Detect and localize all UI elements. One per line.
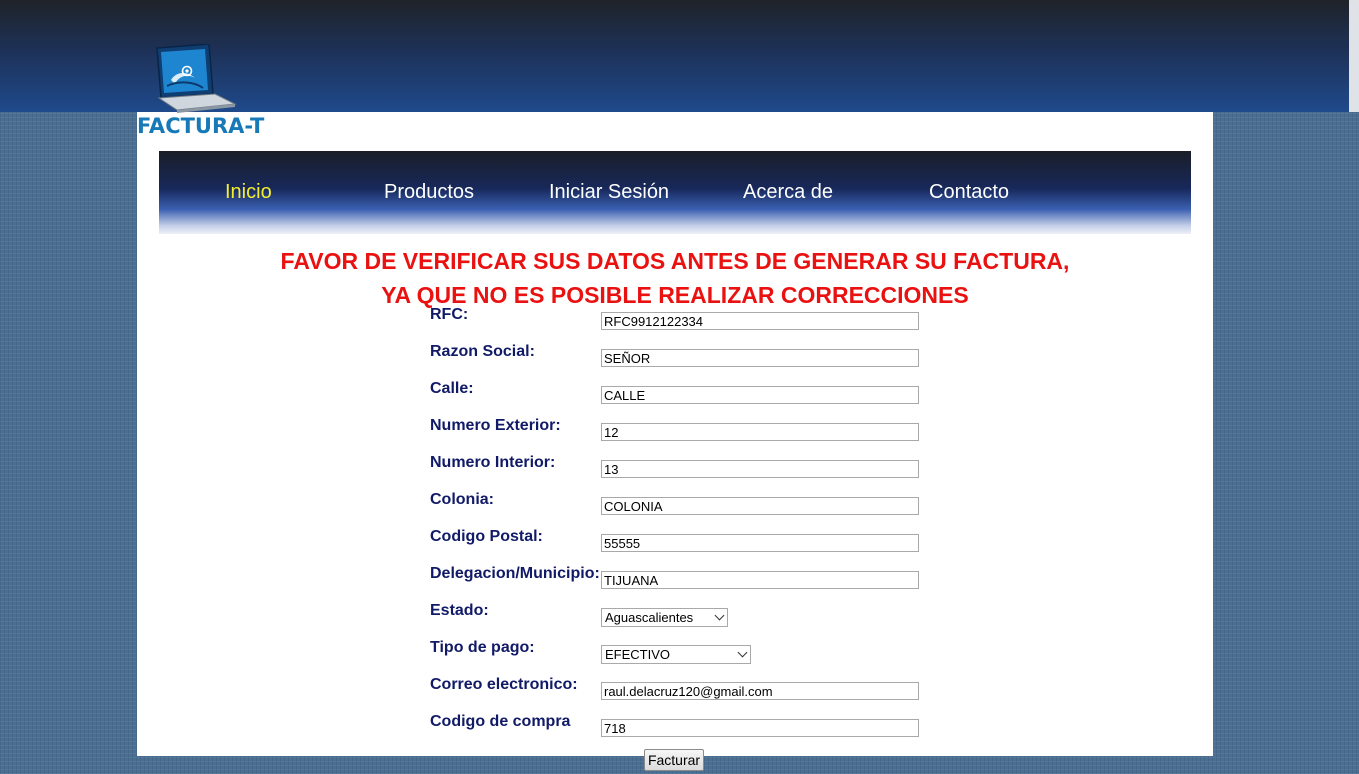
delegacion-label: Delegacion/Municipio: [430,565,600,582]
rfc-label: RFC: [430,306,469,323]
nav-item-acerca-de[interactable]: Acerca de [743,181,833,204]
colonia-field[interactable]: COLONIA [601,497,919,515]
correo-label: Correo electronico: [430,676,578,693]
tipo-pago-select[interactable]: EFECTIVO [601,645,751,664]
nav-item-contacto[interactable]: Contacto [929,181,1009,204]
codigo-compra-field[interactable]: 718 [601,719,919,737]
colonia-label: Colonia: [430,491,494,508]
delegacion-field[interactable]: TIJUANA [601,571,919,589]
estado-select[interactable]: Aguascalientes [601,608,728,627]
warning-line-1: FAVOR DE VERIFICAR SUS DATOS ANTES DE GE… [280,248,1070,274]
facturar-button[interactable]: Facturar [644,749,704,771]
tipo-pago-label: Tipo de pago: [430,639,535,656]
chevron-down-icon [714,610,725,621]
nav-item-iniciar-sesion[interactable]: Iniciar Sesión [549,181,669,204]
main-panel: Inicio Productos Iniciar Sesión Acerca d… [137,112,1213,756]
numero-interior-label: Numero Interior: [430,454,556,471]
calle-label: Calle: [430,380,474,397]
codigo-postal-field[interactable]: 55555 [601,534,919,552]
numero-interior-field[interactable]: 13 [601,460,919,478]
tipo-pago-select-value: EFECTIVO [605,647,671,662]
laptop-logo-icon [156,43,237,113]
rfc-field[interactable]: RFC9912122334 [601,312,919,330]
nav-bar: Inicio Productos Iniciar Sesión Acerca d… [159,151,1191,234]
numero-exterior-field[interactable]: 12 [601,423,919,441]
codigo-compra-label: Codigo de compra [430,713,571,730]
estado-select-value: Aguascalientes [605,610,694,625]
razon-social-field[interactable]: SEÑOR [601,349,919,367]
correo-field[interactable]: raul.delacruz120@gmail.com [601,682,919,700]
calle-field[interactable]: CALLE [601,386,919,404]
chevron-down-icon [737,647,748,658]
nav-item-productos[interactable]: Productos [384,181,474,204]
nav-item-inicio[interactable]: Inicio [225,181,272,204]
estado-label: Estado: [430,602,489,619]
razon-social-label: Razon Social: [430,343,535,360]
numero-exterior-label: Numero Exterior: [430,417,561,434]
scrollbar-strip [1349,0,1359,112]
codigo-postal-label: Codigo Postal: [430,528,543,545]
logo-text: FACTURA-T [137,114,265,138]
warning-line-2: YA QUE NO ES POSIBLE REALIZAR CORRECCION… [381,282,969,308]
site-logo[interactable]: FACTURA-T [137,43,264,140]
